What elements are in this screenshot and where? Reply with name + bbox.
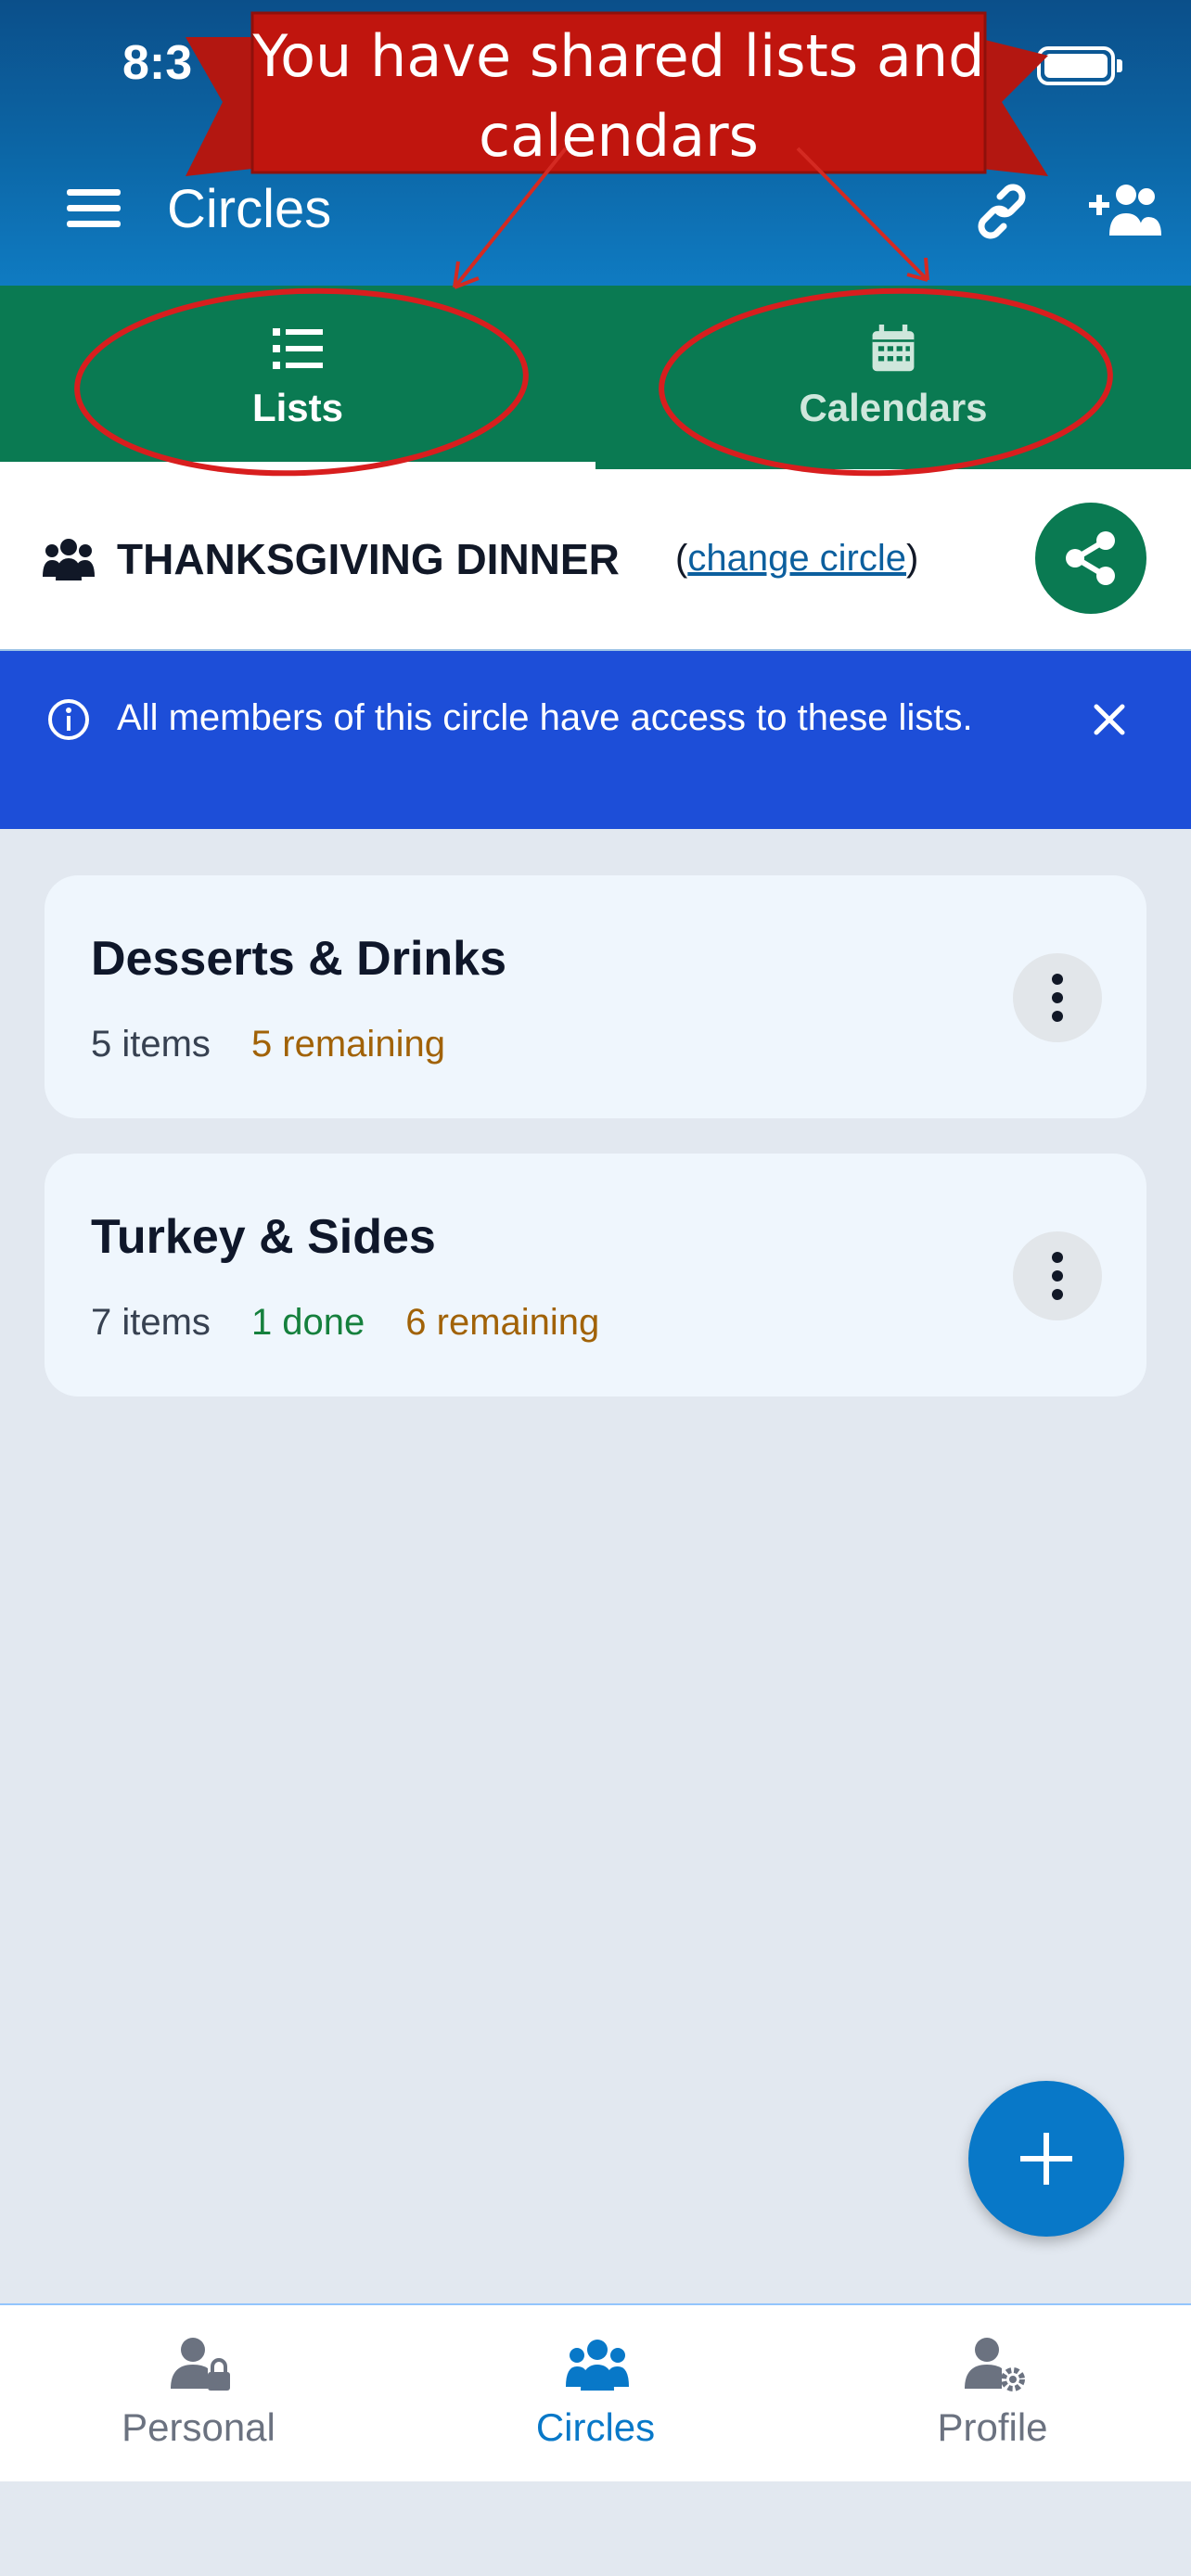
circle-name: THANKSGIVING DINNER	[117, 535, 620, 583]
tab-lists-label: Lists	[251, 386, 344, 429]
list-options-button[interactable]	[1013, 953, 1102, 1042]
calendar-icon	[872, 325, 915, 372]
list-icon	[273, 328, 323, 369]
list-card[interactable]: Desserts & Drinks 5 items 5 remaining	[45, 875, 1146, 1118]
list-item-count: 5 items	[91, 1024, 211, 1065]
list-title: Desserts & Drinks	[91, 932, 506, 986]
nav-personal[interactable]: Personal	[0, 2305, 397, 2483]
add-list-button[interactable]	[968, 2081, 1124, 2237]
change-circle-link[interactable]: change circle	[687, 538, 906, 579]
tab-lists[interactable]: Lists	[0, 286, 596, 469]
paren-open: (	[675, 538, 688, 579]
nav-profile-label: Profile	[937, 2405, 1048, 2449]
nav-circles[interactable]: Circles	[397, 2305, 794, 2483]
users-icon	[566, 2340, 629, 2391]
nav-personal-label: Personal	[122, 2405, 275, 2449]
status-time: 8:3	[122, 36, 193, 90]
list-remaining-count: 6 remaining	[405, 1302, 600, 1343]
list-remaining-count: 5 remaining	[250, 1024, 445, 1065]
list-title: Turkey & Sides	[91, 1210, 436, 1264]
link-icon[interactable]	[972, 182, 1031, 241]
nav-profile[interactable]: Profile	[794, 2305, 1191, 2483]
user-gear-icon	[965, 2338, 1025, 2391]
list-meta: 7 items 1 done 6 remaining	[91, 1302, 599, 1344]
share-button[interactable]	[1035, 503, 1146, 614]
tab-calendars-label: Calendars	[799, 386, 988, 429]
bottom-nav: Personal Circles Profile	[0, 2303, 1191, 2481]
paren-close: )	[906, 538, 919, 579]
info-banner-text: All members of this circle have access t…	[117, 697, 973, 738]
info-icon	[48, 699, 89, 740]
add-user-icon[interactable]	[1087, 182, 1161, 237]
change-circle-wrap: (change circle)	[675, 538, 918, 580]
list-done-count: 1 done	[250, 1302, 365, 1343]
nav-circles-label: Circles	[535, 2405, 656, 2449]
menu-icon[interactable]	[67, 189, 121, 227]
close-icon[interactable]	[1091, 701, 1128, 738]
user-lock-icon	[171, 2338, 230, 2391]
circle-bar: THANKSGIVING DINNER (change circle)	[0, 469, 1191, 651]
list-meta: 5 items 5 remaining	[91, 1024, 445, 1065]
annotation-callout-text: You have shared lists and calendars	[252, 22, 985, 170]
plus-icon	[1020, 2133, 1072, 2185]
page-title: Circles	[167, 179, 332, 239]
tab-bar: Lists Calendars	[0, 286, 1191, 469]
active-tab-indicator	[0, 462, 596, 469]
list-item-count: 7 items	[91, 1302, 211, 1343]
people-icon	[43, 539, 95, 580]
battery-icon	[1037, 46, 1122, 85]
info-banner: All members of this circle have access t…	[0, 651, 1191, 829]
list-card[interactable]: Turkey & Sides 7 items 1 done 6 remaining	[45, 1154, 1146, 1396]
tab-calendars[interactable]: Calendars	[596, 286, 1191, 469]
list-options-button[interactable]	[1013, 1231, 1102, 1320]
share-icon	[1066, 531, 1115, 585]
